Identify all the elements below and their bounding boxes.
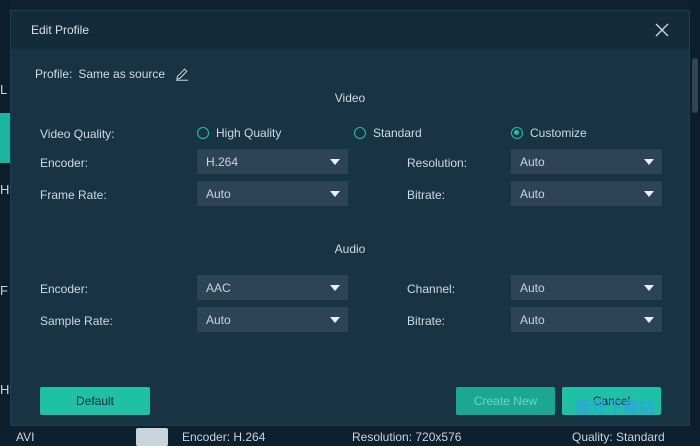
radio-icon [197,127,209,139]
channel-select[interactable]: Auto [511,275,662,300]
sample-rate-label: Sample Rate: [40,314,113,328]
radio-high-quality-label: High Quality [216,126,282,140]
profile-value: Same as source [78,67,166,81]
background-sidebar-item: L [0,82,8,97]
dialog-titlebar: Edit Profile [11,11,689,49]
audio-encoder-label: Encoder: [40,282,89,296]
background-file-quality: Quality: Standard [572,430,665,444]
video-encoder-label: Encoder: [40,156,89,170]
background-scrollbar[interactable] [692,58,698,113]
radio-selected-icon [511,127,523,139]
create-new-button[interactable]: Create New [456,387,555,415]
video-encoder-select[interactable]: H.264 [197,149,348,174]
radio-icon [354,127,366,139]
video-bitrate-value: Auto [520,187,545,201]
background-file-row: AVI Encoder: H.264 Resolution: 720x576 Q… [0,426,700,446]
background-sidebar-item: HE [0,182,18,197]
video-quality-label: Video Quality: [40,127,115,141]
audio-bitrate-select[interactable]: Auto [511,307,662,332]
video-section-title: Video [334,91,366,105]
channel-value: Auto [520,281,545,295]
audio-encoder-value: AAC [206,281,231,295]
frame-rate-label: Frame Rate: [40,188,107,202]
dropdown-caret-icon [644,159,654,165]
resolution-value: Auto [520,155,545,169]
background-sidebar-item: HE [0,382,18,397]
video-bitrate-label: Bitrate: [407,188,446,202]
sample-rate-value: Auto [206,313,231,327]
dropdown-caret-icon [330,159,340,165]
background-sidebar [0,0,10,446]
radio-high-quality[interactable]: High Quality [197,126,281,140]
dropdown-caret-icon [330,285,340,291]
profile-label: Profile: [35,67,73,81]
frame-rate-value: Auto [206,187,231,201]
radio-customize-label: Customize [530,126,587,140]
dropdown-caret-icon [644,191,654,197]
audio-bitrate-value: Auto [520,313,545,327]
frame-rate-select[interactable]: Auto [197,181,348,206]
resolution-select[interactable]: Auto [511,149,662,174]
background-file-resolution: Resolution: 720x576 [352,430,462,444]
background-file-encoder: Encoder: H.264 [182,430,266,444]
radio-standard[interactable]: Standard [354,126,422,140]
close-icon[interactable] [653,21,671,39]
background-sidebar-active-marker [0,113,10,163]
channel-label: Channel: [407,282,456,296]
dropdown-caret-icon [644,317,654,323]
audio-bitrate-label: Bitrate: [407,314,446,328]
audio-section-title: Audio [334,242,366,256]
dialog-title: Edit Profile [31,23,90,37]
dropdown-caret-icon [330,191,340,197]
video-encoder-value: H.264 [206,155,239,169]
video-bitrate-select[interactable]: Auto [511,181,662,206]
default-button[interactable]: Default [40,387,150,415]
dropdown-caret-icon [330,317,340,323]
profile-row: Profile: Same as source [35,67,189,81]
background-sidebar-item: F [0,283,8,298]
background-file-format: AVI [16,430,35,444]
edit-pencil-icon[interactable] [175,67,189,81]
audio-encoder-select[interactable]: AAC [197,275,348,300]
radio-standard-label: Standard [373,126,422,140]
edit-profile-dialog: Edit Profile Profile: Same as source Vid… [10,10,690,426]
radio-customize[interactable]: Customize [511,126,587,140]
resolution-label: Resolution: [407,156,468,170]
dropdown-caret-icon [644,285,654,291]
file-thumbnail-icon [136,428,168,446]
watermark-logo: 极光下载站 [575,400,656,417]
sample-rate-select[interactable]: Auto [197,307,348,332]
